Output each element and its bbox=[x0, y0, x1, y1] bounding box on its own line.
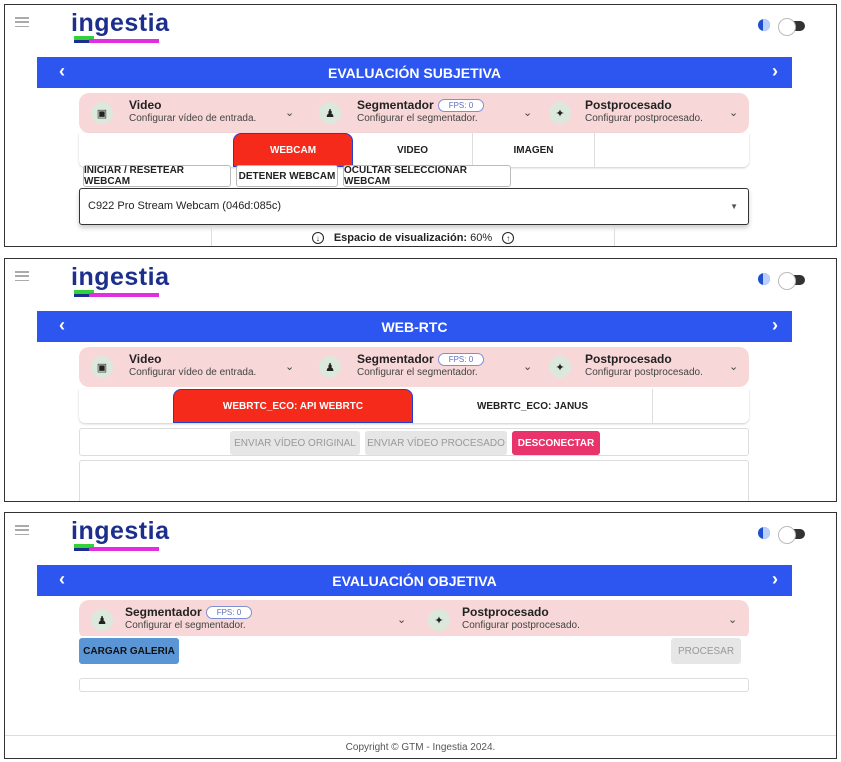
hamburger-menu-icon[interactable] bbox=[15, 17, 29, 27]
chevron-right-icon[interactable]: › bbox=[772, 569, 778, 590]
segmenter-icon: ♟ bbox=[319, 102, 341, 124]
hide-select-webcam-button[interactable]: OCULTAR SELECCIONAR WEBCAM bbox=[343, 165, 511, 187]
accordion-segmenter[interactable]: ♟ Segmentador FPS: 0 Configurar el segmen… bbox=[315, 93, 539, 133]
section-header: ‹ EVALUACIÓN OBJETIVA › bbox=[37, 565, 792, 596]
hamburger-menu-icon[interactable] bbox=[15, 271, 29, 281]
arrow-down-circle-icon[interactable]: ↓ bbox=[311, 232, 324, 244]
load-gallery-button[interactable]: CARGAR GALERIA bbox=[79, 638, 179, 664]
accordion-segmenter[interactable]: ♟ Segmentador FPS: 0 Configurar el segmen… bbox=[315, 347, 539, 387]
theme-toggle[interactable] bbox=[778, 526, 805, 544]
chevron-right-icon[interactable]: › bbox=[772, 315, 778, 336]
gallery-area bbox=[79, 678, 749, 692]
fps-badge: FPS: 0 bbox=[437, 99, 485, 113]
segmenter-icon: ♟ bbox=[91, 609, 113, 631]
chevron-down-icon[interactable]: ⌄ bbox=[285, 106, 294, 119]
app-logo: ingestia bbox=[71, 263, 169, 297]
panel-objective-evaluation: ingestia ‹ EVALUACIÓN OBJETIVA › ♟ Segme… bbox=[4, 512, 837, 759]
tab-video[interactable]: VIDEO bbox=[353, 133, 473, 167]
fps-badge: FPS: 0 bbox=[437, 353, 485, 367]
config-accordion: ▣ Video Configurar vídeo de entrada. ⌄ ♟… bbox=[79, 93, 749, 133]
video-display-area bbox=[79, 460, 749, 501]
accordion-postprocess[interactable]: ✦ Postprocesado Configurar postprocesado… bbox=[424, 600, 749, 640]
theme-icon bbox=[758, 19, 770, 31]
section-title: EVALUACIÓN OBJETIVA bbox=[332, 573, 497, 589]
video-input-icon: ▣ bbox=[91, 356, 113, 378]
stop-webcam-button[interactable]: DETENER WEBCAM bbox=[236, 165, 338, 187]
panel-subjective-evaluation: ingestia ‹ EVALUACIÓN SUBJETIVA › ▣ Vide… bbox=[4, 4, 837, 247]
send-processed-video-button[interactable]: ENVIAR VÍDEO PROCESADO bbox=[365, 431, 507, 455]
app-logo: ingestia bbox=[71, 9, 169, 43]
accordion-postprocess[interactable]: ✦ Postprocesado Configurar postprocesado… bbox=[543, 93, 749, 133]
segmenter-icon: ♟ bbox=[319, 356, 341, 378]
section-header: ‹ WEB-RTC › bbox=[37, 311, 792, 342]
magic-wand-icon: ✦ bbox=[549, 356, 571, 378]
hamburger-menu-icon[interactable] bbox=[15, 525, 29, 535]
section-header: ‹ EVALUACIÓN SUBJETIVA › bbox=[37, 57, 792, 88]
app-logo: ingestia bbox=[71, 517, 169, 551]
webrtc-controls: ENVIAR VÍDEO ORIGINAL ENVIAR VÍDEO PROCE… bbox=[79, 428, 749, 456]
theme-icon bbox=[758, 527, 770, 539]
theme-icon bbox=[758, 273, 770, 285]
send-original-video-button[interactable]: ENVIAR VÍDEO ORIGINAL bbox=[230, 431, 360, 455]
chevron-down-icon[interactable]: ⌄ bbox=[728, 613, 737, 626]
tab-webcam[interactable]: WEBCAM bbox=[233, 133, 353, 167]
tab-image[interactable]: IMAGEN bbox=[473, 133, 595, 167]
video-input-icon: ▣ bbox=[91, 102, 113, 124]
accordion-postprocess[interactable]: ✦ Postprocesado Configurar postprocesado… bbox=[543, 347, 749, 387]
theme-toggle[interactable] bbox=[778, 272, 805, 290]
accordion-segmenter[interactable]: ♟ Segmentador FPS: 0 Configurar el segmen… bbox=[79, 600, 415, 640]
panel-web-rtc: ingestia ‹ WEB-RTC › ▣ Video Configurar … bbox=[4, 258, 837, 502]
fps-badge: FPS: 0 bbox=[205, 606, 253, 620]
webcam-select[interactable]: C922 Pro Stream Webcam (046d:085c) ▼ bbox=[79, 188, 749, 225]
chevron-down-icon[interactable]: ⌄ bbox=[523, 360, 532, 373]
webcam-controls: INICIAR / RESETEAR WEBCAM DETENER WEBCAM… bbox=[79, 165, 749, 187]
chevron-down-icon[interactable]: ⌄ bbox=[285, 360, 294, 373]
gallery-controls: CARGAR GALERIA PROCESAR bbox=[79, 636, 749, 664]
dropdown-arrow-icon: ▼ bbox=[730, 202, 738, 211]
source-tabs: WEBCAM VIDEO IMAGEN bbox=[79, 133, 749, 167]
theme-toggle[interactable] bbox=[778, 18, 805, 36]
section-title: WEB-RTC bbox=[381, 319, 448, 335]
tab-webrtc-api[interactable]: WEBRTC_ECO: API WEBRTC bbox=[173, 389, 413, 423]
arrow-up-circle-icon[interactable]: ↑ bbox=[502, 232, 515, 244]
viewport-size-control: ↓ Espacio de visualización: 60% ↑ bbox=[211, 227, 615, 246]
magic-wand-icon: ✦ bbox=[549, 102, 571, 124]
accordion-video[interactable]: ▣ Video Configurar vídeo de entrada. ⌄ bbox=[79, 347, 303, 387]
chevron-down-icon[interactable]: ⌄ bbox=[729, 106, 738, 119]
tab-webrtc-janus[interactable]: WEBRTC_ECO: JANUS bbox=[413, 389, 653, 423]
disconnect-button[interactable]: DESCONECTAR bbox=[512, 431, 600, 455]
chevron-down-icon[interactable]: ⌄ bbox=[729, 360, 738, 373]
chevron-down-icon[interactable]: ⌄ bbox=[523, 106, 532, 119]
chevron-right-icon[interactable]: › bbox=[772, 61, 778, 82]
footer: Copyright © GTM - Ingestia 2024. bbox=[5, 735, 836, 758]
process-button[interactable]: PROCESAR bbox=[671, 638, 741, 664]
magic-wand-icon: ✦ bbox=[428, 609, 450, 631]
chevron-down-icon[interactable]: ⌄ bbox=[397, 613, 406, 626]
config-accordion: ♟ Segmentador FPS: 0 Configurar el segmen… bbox=[79, 600, 749, 640]
webrtc-tabs: WEBRTC_ECO: API WEBRTC WEBRTC_ECO: JANUS bbox=[79, 389, 749, 423]
section-title: EVALUACIÓN SUBJETIVA bbox=[328, 65, 501, 81]
accordion-video[interactable]: ▣ Video Configurar vídeo de entrada. ⌄ bbox=[79, 93, 303, 133]
config-accordion: ▣ Video Configurar vídeo de entrada. ⌄ ♟… bbox=[79, 347, 749, 387]
start-reset-webcam-button[interactable]: INICIAR / RESETEAR WEBCAM bbox=[83, 165, 231, 187]
